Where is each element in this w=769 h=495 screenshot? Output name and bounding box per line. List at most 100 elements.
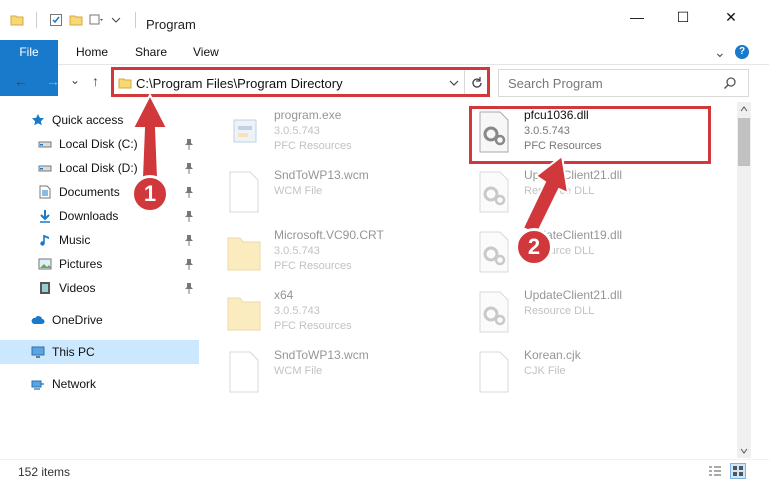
list-item[interactable]: SndToWP13.wcm WCM File xyxy=(212,342,457,398)
scrollbar-thumb[interactable] xyxy=(738,118,750,166)
sidebar-item-quick-access[interactable]: Quick access xyxy=(0,108,199,132)
sidebar-item-label: Quick access xyxy=(52,113,124,127)
sidebar-item-documents[interactable]: Documents xyxy=(0,180,199,204)
quick-access-toolbar xyxy=(10,12,142,28)
pin-icon[interactable] xyxy=(184,186,194,198)
file-name: x64 xyxy=(274,288,294,302)
sidebar-item-label: Videos xyxy=(59,281,96,295)
file-name: UpdateClient21.dll xyxy=(524,288,623,302)
details-view-icon[interactable] xyxy=(708,464,722,478)
network-icon xyxy=(31,380,44,390)
pictures-icon xyxy=(38,258,52,270)
sidebar-item-label: Local Disk (D:) xyxy=(59,161,138,175)
folder-icon xyxy=(227,237,261,271)
expand-ribbon-button[interactable]: ⌄ xyxy=(714,40,726,64)
sidebar-item-label: Documents xyxy=(59,185,120,199)
sidebar-item-label: Network xyxy=(52,377,97,391)
sidebar-item-downloads[interactable]: Downloads xyxy=(0,204,199,228)
tab-home[interactable]: Home xyxy=(76,40,108,64)
blank-file-icon xyxy=(479,351,509,393)
folder-icon xyxy=(10,15,24,26)
file-name: Korean.cjk xyxy=(524,348,581,362)
file-version: 3.0.5.743 xyxy=(274,245,320,257)
file-type: Resource DLL xyxy=(524,185,595,197)
pin-icon[interactable] xyxy=(184,210,194,222)
sidebar-item-onedrive[interactable]: OneDrive xyxy=(0,308,199,332)
computer-icon xyxy=(31,346,45,358)
separator xyxy=(135,12,136,28)
ribbon-tabs: File Home Share View ⌄ ? xyxy=(0,40,769,96)
window-title: Program xyxy=(146,17,196,32)
folder-icon xyxy=(227,297,261,331)
list-item[interactable]: SndToWP13.wcm WCM File xyxy=(212,162,457,218)
file-type: CJK File xyxy=(524,365,566,377)
star-icon xyxy=(32,114,44,126)
list-item[interactable]: Korean.cjk CJK File xyxy=(462,342,707,398)
close-button[interactable]: ✕ xyxy=(708,0,754,34)
customize-toolbar-icon[interactable] xyxy=(89,13,103,27)
drive-icon xyxy=(38,141,52,148)
help-button[interactable]: ? xyxy=(735,45,749,59)
minimize-button[interactable]: — xyxy=(614,0,660,34)
pin-icon[interactable] xyxy=(184,258,194,270)
annotation-badge-1: 1 xyxy=(131,175,169,213)
sidebar-item-music[interactable]: Music xyxy=(0,228,199,252)
list-item[interactable]: UpdateClient21.dll Resource DLL xyxy=(462,162,707,218)
scroll-down-icon[interactable] xyxy=(740,447,748,455)
list-item[interactable]: program.exe 3.0.5.743 PFC Resources xyxy=(212,102,457,158)
download-icon xyxy=(40,210,50,223)
pin-icon[interactable] xyxy=(184,234,194,246)
sidebar-item-network[interactable]: Network xyxy=(0,372,199,396)
list-item[interactable]: UpdateClient21.dll Resource DLL xyxy=(462,282,707,338)
large-icons-view-icon[interactable] xyxy=(730,463,746,479)
vertical-scrollbar[interactable] xyxy=(737,102,751,458)
file-description: PFC Resources xyxy=(274,260,352,272)
separator xyxy=(36,12,37,28)
forward-button[interactable]: → xyxy=(46,73,60,89)
new-folder-icon[interactable] xyxy=(69,13,83,27)
tab-share[interactable]: Share xyxy=(135,40,167,64)
sidebar-item-label: This PC xyxy=(52,345,95,359)
status-bar: 152 items xyxy=(0,459,769,482)
sidebar-item-pictures[interactable]: Pictures xyxy=(0,252,199,276)
dll-gear-icon xyxy=(479,291,509,333)
scroll-up-icon[interactable] xyxy=(740,105,748,113)
sidebar-item-local-disk-d[interactable]: Local Disk (D:) xyxy=(0,156,199,180)
tab-view[interactable]: View xyxy=(193,40,219,64)
back-button[interactable]: ← xyxy=(14,73,28,89)
search-input[interactable]: Search Program xyxy=(508,76,603,91)
file-type: WCM File xyxy=(274,365,323,377)
file-type: Resource DLL xyxy=(524,305,595,317)
sidebar-item-videos[interactable]: Videos xyxy=(0,276,199,300)
pin-icon[interactable] xyxy=(184,162,194,174)
properties-icon[interactable] xyxy=(49,13,63,27)
file-description: PFC Resources xyxy=(274,320,352,332)
list-item[interactable]: UpdateClient19.dll Resource DLL xyxy=(462,222,707,278)
sidebar-item-this-pc[interactable]: This PC xyxy=(0,340,199,364)
search-icon[interactable] xyxy=(723,76,737,90)
title-bar: Program — ☐ ✕ xyxy=(0,0,769,40)
dll-gear-icon xyxy=(479,231,509,273)
documents-icon xyxy=(39,185,51,199)
file-highlight xyxy=(469,106,711,164)
search-box[interactable]: Search Program xyxy=(498,69,749,97)
chevron-down-icon[interactable] xyxy=(109,13,123,27)
videos-icon xyxy=(40,282,50,294)
up-button[interactable]: ↑ xyxy=(92,73,99,89)
file-name: SndToWP13.wcm xyxy=(274,348,369,362)
sidebar-item-label: Pictures xyxy=(59,257,103,271)
sidebar-item-local-disk-c[interactable]: Local Disk (C:) xyxy=(0,132,199,156)
dll-gear-icon xyxy=(479,171,509,213)
list-item[interactable]: Microsoft.VC90.CRT 3.0.5.743 PFC Resourc… xyxy=(212,222,457,278)
drive-icon xyxy=(38,165,52,172)
pin-icon[interactable] xyxy=(184,138,194,150)
file-version: 3.0.5.743 xyxy=(274,305,320,317)
sidebar-item-label: Music xyxy=(59,233,91,247)
pin-icon[interactable] xyxy=(184,282,194,294)
blank-file-icon xyxy=(229,171,259,213)
recent-locations-button[interactable]: ⌄ xyxy=(70,73,80,87)
maximize-button[interactable]: ☐ xyxy=(660,0,706,34)
blank-file-icon xyxy=(229,351,259,393)
list-item[interactable]: x64 3.0.5.743 PFC Resources xyxy=(212,282,457,338)
file-name: Microsoft.VC90.CRT xyxy=(274,228,384,242)
